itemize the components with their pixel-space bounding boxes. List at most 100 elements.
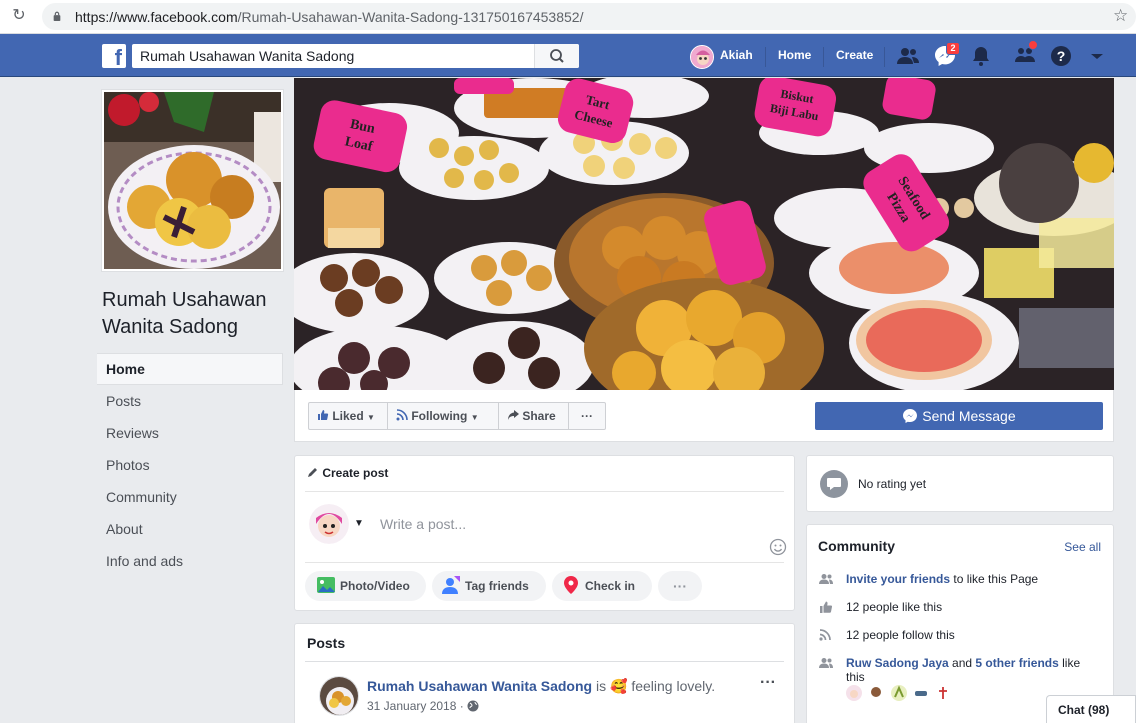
- this-text: this: [846, 670, 865, 684]
- friend-avatar[interactable]: [935, 685, 952, 701]
- bookmark-star-icon[interactable]: ☆: [1113, 6, 1128, 26]
- cover-photo-image: BunLoaf TartCheese BiskutBiji Labu Seafo…: [294, 78, 1114, 390]
- community-card: Community See all Invite your friends to…: [806, 524, 1114, 723]
- friend-requests-icon[interactable]: [896, 44, 920, 68]
- following-button[interactable]: Following ▼: [387, 402, 499, 430]
- nav-divider: [823, 47, 824, 67]
- follows-count-text: 12 people follow this: [846, 628, 955, 642]
- friends-icon: [819, 658, 833, 668]
- friend-avatar[interactable]: [890, 685, 907, 701]
- post-item: Rumah Usahawan Wanita Sadong is 🥰 feelin…: [305, 661, 784, 723]
- home-link[interactable]: Home: [778, 48, 811, 62]
- thumbs-up-icon: [318, 410, 329, 420]
- tag-friends-icon: [442, 576, 460, 594]
- emoji-smiley-icon[interactable]: [769, 538, 787, 556]
- posts-heading: Posts: [307, 635, 346, 651]
- admin-notification-dot: [1028, 40, 1038, 50]
- page-nav-reviews[interactable]: Reviews: [97, 417, 283, 449]
- reload-icon[interactable]: ↻: [10, 7, 28, 25]
- like-text: like: [1062, 656, 1081, 670]
- create-post-header: Create post: [307, 466, 388, 480]
- photo-video-button[interactable]: Photo/Video: [305, 571, 426, 601]
- following-label: Following: [411, 409, 468, 423]
- post-options-button[interactable]: ···: [760, 674, 776, 692]
- post-author-avatar[interactable]: [319, 676, 359, 716]
- audience-dropdown-caret-icon[interactable]: ▼: [354, 518, 364, 529]
- likes-count-text: 12 people like this: [846, 600, 943, 614]
- profile-link[interactable]: Akiah: [720, 48, 753, 62]
- check-in-button[interactable]: Check in: [552, 571, 652, 601]
- friends-like-row: Ruw Sadong Jaya and 5 other friends like…: [819, 656, 1109, 684]
- create-link[interactable]: Create: [836, 48, 873, 62]
- invite-friends-link[interactable]: Invite your friends: [846, 572, 950, 586]
- globe-public-icon: [467, 700, 479, 712]
- browser-toolbar: ↻ https://www.facebook.com/Rumah-Usahawa…: [0, 0, 1136, 34]
- search-input[interactable]: [132, 44, 532, 68]
- post-meta: 31 January 2018 ·: [367, 699, 479, 713]
- check-in-label: Check in: [585, 579, 636, 593]
- page-nav-community[interactable]: Community: [97, 481, 283, 513]
- page-title-line-2: Wanita Sadong: [102, 316, 239, 338]
- page-profile-picture[interactable]: [101, 89, 284, 272]
- feeling-emoji-icon: 🥰: [609, 678, 628, 694]
- share-arrow-icon: [508, 410, 519, 420]
- pencil-icon: [308, 468, 317, 477]
- other-friends-link[interactable]: 5 other friends: [975, 656, 1058, 670]
- cover-photo[interactable]: Bun Loaf Tart Cheese Biskut Biji Labu Seafo…: [294, 78, 1114, 390]
- page-navigation: Home Posts Reviews Photos Community Abou…: [97, 353, 283, 577]
- rating-speech-bubble-icon: [820, 470, 848, 498]
- location-pin-icon: [564, 576, 578, 594]
- messages-badge: 2: [946, 42, 960, 55]
- post-header-line: Rumah Usahawan Wanita Sadong is 🥰 feelin…: [367, 678, 715, 695]
- liked-dropdown-caret-icon: ▼: [367, 413, 375, 422]
- address-bar[interactable]: https://www.facebook.com/Rumah-Usahawan-…: [42, 3, 1136, 30]
- liked-button[interactable]: Liked ▼: [308, 402, 388, 430]
- facebook-logo[interactable]: f: [102, 44, 126, 68]
- page-nav-photos[interactable]: Photos: [97, 449, 283, 481]
- page-nav-home[interactable]: Home: [97, 353, 283, 385]
- search-box: [132, 44, 579, 68]
- more-actions-button[interactable]: ···: [568, 402, 606, 430]
- user-avatar[interactable]: [690, 45, 714, 69]
- friend-avatar[interactable]: [913, 685, 930, 701]
- follows-row: 12 people follow this: [819, 628, 955, 642]
- friend-name-link[interactable]: Ruw Sadong Jaya: [846, 656, 949, 670]
- lock-icon: [53, 11, 61, 21]
- rss-follow-icon: [819, 629, 831, 641]
- share-button[interactable]: Share: [498, 402, 569, 430]
- page-nav-info-and-ads[interactable]: Info and ads: [97, 545, 283, 577]
- post-feeling-text: feeling lovely.: [631, 678, 716, 694]
- nav-divider: [884, 47, 885, 67]
- post-date-link[interactable]: 31 January 2018: [367, 699, 456, 713]
- more-composer-options-button[interactable]: ···: [658, 571, 702, 601]
- composer-avatar: [309, 504, 349, 544]
- chat-sidebar-tab[interactable]: Chat (98): [1046, 695, 1136, 723]
- url-text: https://www.facebook.com/Rumah-Usahawan-…: [75, 9, 583, 25]
- tag-friends-label: Tag friends: [465, 579, 529, 593]
- send-message-button[interactable]: Send Message: [815, 402, 1103, 430]
- friend-avatar[interactable]: [846, 685, 862, 701]
- url-domain: https://www.facebook.com: [75, 9, 238, 25]
- url-path: /Rumah-Usahawan-Wanita-Sadong-1317501674…: [237, 9, 584, 25]
- nav-divider: [765, 47, 766, 67]
- page-nav-posts[interactable]: Posts: [97, 385, 283, 417]
- account-menu-chevron-icon[interactable]: [1085, 44, 1109, 68]
- notifications-bell-icon[interactable]: [969, 44, 993, 68]
- photo-icon: [317, 577, 335, 593]
- divider: [305, 491, 784, 492]
- rating-text: No rating yet: [858, 477, 927, 491]
- page-nav-about[interactable]: About: [97, 513, 283, 545]
- rss-follow-icon: [396, 409, 408, 421]
- write-post-input[interactable]: Write a post...: [380, 516, 466, 532]
- invite-friends-icon: [819, 574, 833, 584]
- create-post-card: Create post ▼ Write a post... Photo/Vide…: [294, 455, 795, 611]
- search-button[interactable]: [534, 44, 579, 68]
- tag-friends-button[interactable]: Tag friends: [432, 571, 546, 601]
- post-author-link[interactable]: Rumah Usahawan Wanita Sadong: [367, 678, 592, 694]
- friend-avatar[interactable]: [868, 685, 885, 701]
- help-icon[interactable]: ?: [1049, 44, 1073, 68]
- photo-video-label: Photo/Video: [340, 579, 410, 593]
- see-all-link[interactable]: See all: [1064, 540, 1101, 554]
- friend-avatars-row: [846, 685, 952, 703]
- create-post-title[interactable]: Create post: [322, 466, 388, 480]
